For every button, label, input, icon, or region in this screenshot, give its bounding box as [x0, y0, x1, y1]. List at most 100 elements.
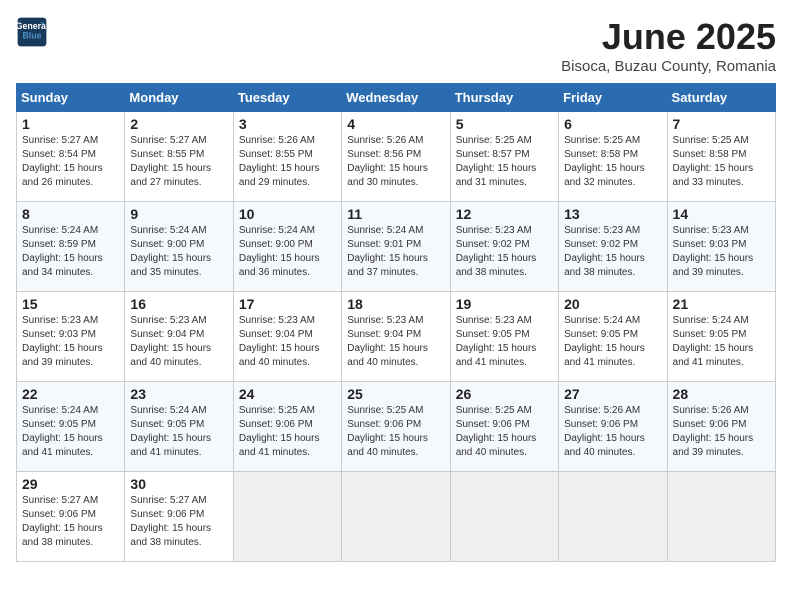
- day-content: Sunrise: 5:24 AMSunset: 9:05 PMDaylight:…: [673, 314, 770, 370]
- day-content: Sunrise: 5:27 AMSunset: 8:55 PMDaylight:…: [130, 134, 227, 190]
- calendar-cell: 16 Sunrise: 5:23 AMSunset: 9:04 PMDayligh…: [125, 292, 233, 382]
- title-area: June 2025 Bisoca, Buzau County, Romania: [561, 16, 776, 75]
- calendar-cell: 14 Sunrise: 5:23 AMSunset: 9:03 PMDayligh…: [667, 202, 775, 292]
- day-content: Sunrise: 5:23 AMSunset: 9:04 PMDaylight:…: [347, 314, 444, 370]
- calendar-cell: 17Sunrise: 5:23 AMSunset: 9:04 PMDayligh…: [233, 292, 341, 382]
- day-number: 6: [564, 116, 661, 132]
- calendar-cell: [342, 472, 450, 562]
- calendar-cell: 30 Sunrise: 5:27 AMSunset: 9:06 PMDayligh…: [125, 472, 233, 562]
- day-content: Sunrise: 5:27 AMSunset: 8:54 PMDaylight:…: [22, 134, 119, 190]
- weekday-header-wednesday: Wednesday: [342, 84, 450, 112]
- calendar-cell: 11 Sunrise: 5:24 AMSunset: 9:01 PMDayligh…: [342, 202, 450, 292]
- day-content: Sunrise: 5:23 AMSunset: 9:02 PMDaylight:…: [456, 224, 553, 280]
- day-number: 28: [673, 386, 770, 402]
- day-content: Sunrise: 5:26 AMSunset: 9:06 PMDaylight:…: [673, 404, 770, 460]
- day-number: 17: [239, 296, 336, 312]
- calendar-cell: 13 Sunrise: 5:23 AMSunset: 9:02 PMDayligh…: [559, 202, 667, 292]
- day-content: Sunrise: 5:23 AMSunset: 9:03 PMDaylight:…: [22, 314, 119, 370]
- calendar-cell: 15Sunrise: 5:23 AMSunset: 9:03 PMDayligh…: [17, 292, 125, 382]
- weekday-header-saturday: Saturday: [667, 84, 775, 112]
- day-number: 16: [130, 296, 227, 312]
- day-number: 9: [130, 206, 227, 222]
- weekday-header-thursday: Thursday: [450, 84, 558, 112]
- calendar-cell: 24 Sunrise: 5:25 AMSunset: 9:06 PMDayligh…: [233, 382, 341, 472]
- calendar-cell: [450, 472, 558, 562]
- day-number: 13: [564, 206, 661, 222]
- day-content: Sunrise: 5:25 AMSunset: 8:58 PMDaylight:…: [564, 134, 661, 190]
- calendar-cell: 21 Sunrise: 5:24 AMSunset: 9:05 PMDayligh…: [667, 292, 775, 382]
- day-number: 24: [239, 386, 336, 402]
- day-number: 4: [347, 116, 444, 132]
- day-number: 30: [130, 476, 227, 492]
- calendar-cell: 3 Sunrise: 5:26 AMSunset: 8:55 PMDaylight…: [233, 112, 341, 202]
- day-number: 23: [130, 386, 227, 402]
- weekday-header-row: SundayMondayTuesdayWednesdayThursdayFrid…: [17, 84, 776, 112]
- calendar-cell: 9 Sunrise: 5:24 AMSunset: 9:00 PMDaylight…: [125, 202, 233, 292]
- day-number: 3: [239, 116, 336, 132]
- calendar-cell: 28 Sunrise: 5:26 AMSunset: 9:06 PMDayligh…: [667, 382, 775, 472]
- day-content: Sunrise: 5:25 AMSunset: 8:58 PMDaylight:…: [673, 134, 770, 190]
- day-content: Sunrise: 5:25 AMSunset: 9:06 PMDaylight:…: [456, 404, 553, 460]
- day-content: Sunrise: 5:24 AMSunset: 8:59 PMDaylight:…: [22, 224, 119, 280]
- calendar-cell: 7Sunrise: 5:25 AMSunset: 8:58 PMDaylight…: [667, 112, 775, 202]
- calendar-cell: 19Sunrise: 5:23 AMSunset: 9:05 PMDayligh…: [450, 292, 558, 382]
- svg-text:General: General: [16, 21, 48, 31]
- day-number: 5: [456, 116, 553, 132]
- calendar-cell: 12 Sunrise: 5:23 AMSunset: 9:02 PMDayligh…: [450, 202, 558, 292]
- day-content: Sunrise: 5:24 AMSunset: 9:00 PMDaylight:…: [130, 224, 227, 280]
- logo-icon: General Blue: [16, 16, 48, 48]
- day-content: Sunrise: 5:23 AMSunset: 9:02 PMDaylight:…: [564, 224, 661, 280]
- calendar-cell: [667, 472, 775, 562]
- calendar-cell: 23Sunrise: 5:24 AMSunset: 9:05 PMDayligh…: [125, 382, 233, 472]
- day-number: 1: [22, 116, 119, 132]
- day-content: Sunrise: 5:24 AMSunset: 9:00 PMDaylight:…: [239, 224, 336, 280]
- weekday-header-friday: Friday: [559, 84, 667, 112]
- calendar-cell: 22 Sunrise: 5:24 AMSunset: 9:05 PMDayligh…: [17, 382, 125, 472]
- week-row-5: 29 Sunrise: 5:27 AMSunset: 9:06 PMDayligh…: [17, 472, 776, 562]
- calendar-cell: 26Sunrise: 5:25 AMSunset: 9:06 PMDayligh…: [450, 382, 558, 472]
- day-content: Sunrise: 5:25 AMSunset: 9:06 PMDaylight:…: [239, 404, 336, 460]
- calendar-cell: 27 Sunrise: 5:26 AMSunset: 9:06 PMDayligh…: [559, 382, 667, 472]
- day-content: Sunrise: 5:23 AMSunset: 9:03 PMDaylight:…: [673, 224, 770, 280]
- day-content: Sunrise: 5:24 AMSunset: 9:01 PMDaylight:…: [347, 224, 444, 280]
- day-content: Sunrise: 5:26 AMSunset: 9:06 PMDaylight:…: [564, 404, 661, 460]
- day-content: Sunrise: 5:24 AMSunset: 9:05 PMDaylight:…: [564, 314, 661, 370]
- week-row-2: 8 Sunrise: 5:24 AMSunset: 8:59 PMDaylight…: [17, 202, 776, 292]
- day-number: 8: [22, 206, 119, 222]
- calendar-subtitle: Bisoca, Buzau County, Romania: [561, 58, 776, 75]
- day-number: 22: [22, 386, 119, 402]
- day-content: Sunrise: 5:27 AMSunset: 9:06 PMDaylight:…: [130, 494, 227, 550]
- day-number: 25: [347, 386, 444, 402]
- day-number: 21: [673, 296, 770, 312]
- day-content: Sunrise: 5:24 AMSunset: 9:05 PMDaylight:…: [22, 404, 119, 460]
- calendar-title: June 2025: [561, 16, 776, 58]
- calendar-cell: 4 Sunrise: 5:26 AMSunset: 8:56 PMDaylight…: [342, 112, 450, 202]
- day-number: 14: [673, 206, 770, 222]
- day-content: Sunrise: 5:27 AMSunset: 9:06 PMDaylight:…: [22, 494, 119, 550]
- day-number: 18: [347, 296, 444, 312]
- svg-text:Blue: Blue: [22, 30, 41, 40]
- calendar-cell: 20Sunrise: 5:24 AMSunset: 9:05 PMDayligh…: [559, 292, 667, 382]
- calendar-cell: 8 Sunrise: 5:24 AMSunset: 8:59 PMDaylight…: [17, 202, 125, 292]
- calendar-cell: 29 Sunrise: 5:27 AMSunset: 9:06 PMDayligh…: [17, 472, 125, 562]
- day-content: Sunrise: 5:26 AMSunset: 8:56 PMDaylight:…: [347, 134, 444, 190]
- day-number: 27: [564, 386, 661, 402]
- day-number: 11: [347, 206, 444, 222]
- calendar-cell: 10Sunrise: 5:24 AMSunset: 9:00 PMDayligh…: [233, 202, 341, 292]
- calendar-table: SundayMondayTuesdayWednesdayThursdayFrid…: [16, 83, 776, 562]
- day-number: 12: [456, 206, 553, 222]
- page-header: General Blue June 2025 Bisoca, Buzau Cou…: [16, 16, 776, 75]
- calendar-cell: 25Sunrise: 5:25 AMSunset: 9:06 PMDayligh…: [342, 382, 450, 472]
- day-content: Sunrise: 5:25 AMSunset: 8:57 PMDaylight:…: [456, 134, 553, 190]
- calendar-cell: 5 Sunrise: 5:25 AMSunset: 8:57 PMDaylight…: [450, 112, 558, 202]
- calendar-cell: 1 Sunrise: 5:27 AMSunset: 8:54 PMDaylight…: [17, 112, 125, 202]
- week-row-4: 22 Sunrise: 5:24 AMSunset: 9:05 PMDayligh…: [17, 382, 776, 472]
- week-row-3: 15Sunrise: 5:23 AMSunset: 9:03 PMDayligh…: [17, 292, 776, 382]
- day-content: Sunrise: 5:26 AMSunset: 8:55 PMDaylight:…: [239, 134, 336, 190]
- week-row-1: 1 Sunrise: 5:27 AMSunset: 8:54 PMDaylight…: [17, 112, 776, 202]
- calendar-cell: [559, 472, 667, 562]
- day-content: Sunrise: 5:23 AMSunset: 9:05 PMDaylight:…: [456, 314, 553, 370]
- day-content: Sunrise: 5:23 AMSunset: 9:04 PMDaylight:…: [130, 314, 227, 370]
- day-number: 29: [22, 476, 119, 492]
- calendar-cell: 6 Sunrise: 5:25 AMSunset: 8:58 PMDaylight…: [559, 112, 667, 202]
